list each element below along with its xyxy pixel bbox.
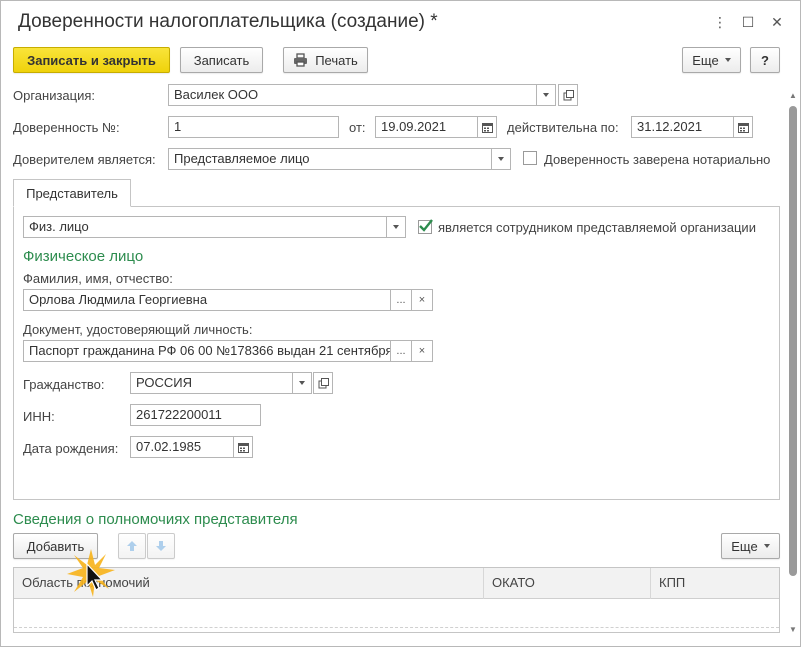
employee-checkbox[interactable] — [418, 219, 433, 234]
open-icon — [318, 377, 329, 388]
powers-table[interactable]: Область полномочий ОКАТО КПП — [13, 567, 780, 633]
document-label: Документ, удостоверяющий личность: — [23, 322, 253, 337]
principal-label: Доверителем является: — [13, 152, 156, 167]
powers-section-title: Сведения о полномочиях представителя — [13, 511, 298, 528]
more-button[interactable]: Еще — [682, 47, 741, 73]
birth-date-input[interactable]: 07.02.1985 — [130, 436, 253, 458]
inn-input[interactable]: 261722200011 — [130, 404, 261, 426]
notary-label: Доверенность заверена нотариально — [544, 152, 771, 167]
window-menu-icon[interactable]: ⋮ — [712, 13, 728, 31]
employee-label: является сотрудником представляемой орга… — [438, 220, 756, 235]
inn-label: ИНН: — [23, 409, 55, 424]
chevron-down-icon — [543, 93, 549, 97]
chevron-down-icon — [724, 58, 731, 62]
chevron-down-icon — [498, 157, 504, 161]
close-icon[interactable]: ✕ — [769, 13, 785, 31]
citizenship-select[interactable]: РОССИЯ — [130, 372, 312, 394]
arrow-down-icon — [156, 541, 166, 551]
document-input[interactable]: Паспорт гражданина РФ 06 00 №178366 выда… — [23, 340, 391, 362]
maximize-icon[interactable]: ☐ — [740, 13, 756, 31]
citizenship-value: РОССИЯ — [136, 375, 193, 390]
citizenship-label: Гражданство: — [23, 377, 105, 392]
window-title: Доверенности налогоплательщика (создание… — [18, 11, 438, 32]
organization-label: Организация: — [13, 88, 96, 103]
calendar-icon — [737, 122, 749, 133]
organization-field[interactable]: Василек ООО — [168, 84, 556, 106]
help-button[interactable]: ? — [750, 47, 780, 73]
calendar-icon — [237, 442, 249, 453]
birth-date-label: Дата рождения: — [23, 441, 119, 456]
more-label: Еще — [692, 52, 719, 68]
representative-type-select[interactable]: Физ. лицо — [23, 216, 406, 238]
birth-date-calendar-button[interactable] — [233, 437, 252, 457]
date-from-label: от: — [349, 120, 366, 135]
poa-number-label: Доверенность №: — [13, 120, 120, 135]
arrow-up-icon — [127, 541, 137, 551]
move-down-button[interactable] — [147, 533, 175, 559]
scroll-down-icon[interactable]: ▼ — [789, 626, 797, 634]
checkmark-icon — [419, 219, 433, 232]
valid-until-label: действительна по: — [507, 120, 619, 135]
cursor-click-icon — [67, 549, 115, 597]
open-icon — [563, 89, 574, 100]
birth-date-value: 07.02.1985 — [136, 439, 202, 454]
fio-select-button[interactable]: ... — [390, 289, 412, 311]
valid-until-input[interactable]: 31.12.2021 — [631, 116, 753, 138]
date-from-calendar-button[interactable] — [477, 117, 496, 137]
principal-dropdown[interactable] — [491, 149, 510, 169]
scroll-up-icon[interactable]: ▲ — [789, 92, 797, 100]
date-from-input[interactable]: 19.09.2021 — [375, 116, 497, 138]
fio-input[interactable]: Орлова Людмила Георгиевна — [23, 289, 391, 311]
vertical-scrollbar[interactable] — [789, 106, 797, 576]
citizenship-open-button[interactable] — [313, 372, 333, 394]
table-row-divider — [14, 627, 779, 628]
citizenship-dropdown[interactable] — [292, 373, 311, 393]
representative-type-value: Физ. лицо — [29, 219, 89, 234]
powers-more-button[interactable]: Еще — [721, 533, 780, 559]
organization-dropdown[interactable] — [536, 85, 555, 105]
powers-table-header: Область полномочий ОКАТО КПП — [14, 568, 779, 599]
save-and-close-button[interactable]: Записать и закрыть — [13, 47, 170, 73]
chevron-down-icon — [299, 381, 305, 385]
organization-open-button[interactable] — [558, 84, 578, 106]
print-label: Печать — [315, 52, 358, 68]
date-from-value: 19.09.2021 — [381, 119, 447, 134]
calendar-icon — [481, 122, 493, 133]
individual-section-title: Физическое лицо — [23, 248, 144, 265]
print-button[interactable]: Печать — [283, 47, 368, 73]
document-select-button[interactable]: ... — [390, 340, 412, 362]
chevron-down-icon — [763, 544, 770, 548]
principal-value: Представляемое лицо — [174, 151, 310, 166]
document-clear-button[interactable]: × — [411, 340, 433, 362]
fio-label: Фамилия, имя, отчество: — [23, 271, 173, 286]
principal-select[interactable]: Представляемое лицо — [168, 148, 511, 170]
column-kpp[interactable]: КПП — [651, 568, 779, 599]
fio-clear-button[interactable]: × — [411, 289, 433, 311]
move-up-button[interactable] — [118, 533, 146, 559]
notary-checkbox[interactable] — [523, 151, 537, 165]
powers-more-label: Еще — [731, 538, 758, 554]
chevron-down-icon — [393, 225, 399, 229]
valid-until-value: 31.12.2021 — [637, 119, 703, 134]
save-button[interactable]: Записать — [180, 47, 263, 73]
column-okato[interactable]: ОКАТО — [484, 568, 651, 599]
valid-until-calendar-button[interactable] — [733, 117, 752, 137]
organization-value: Василек ООО — [174, 87, 259, 102]
printer-icon — [294, 53, 308, 67]
tab-representative[interactable]: Представитель — [13, 179, 131, 207]
poa-number-input[interactable]: 1 — [168, 116, 339, 138]
representative-type-dropdown[interactable] — [386, 217, 405, 237]
